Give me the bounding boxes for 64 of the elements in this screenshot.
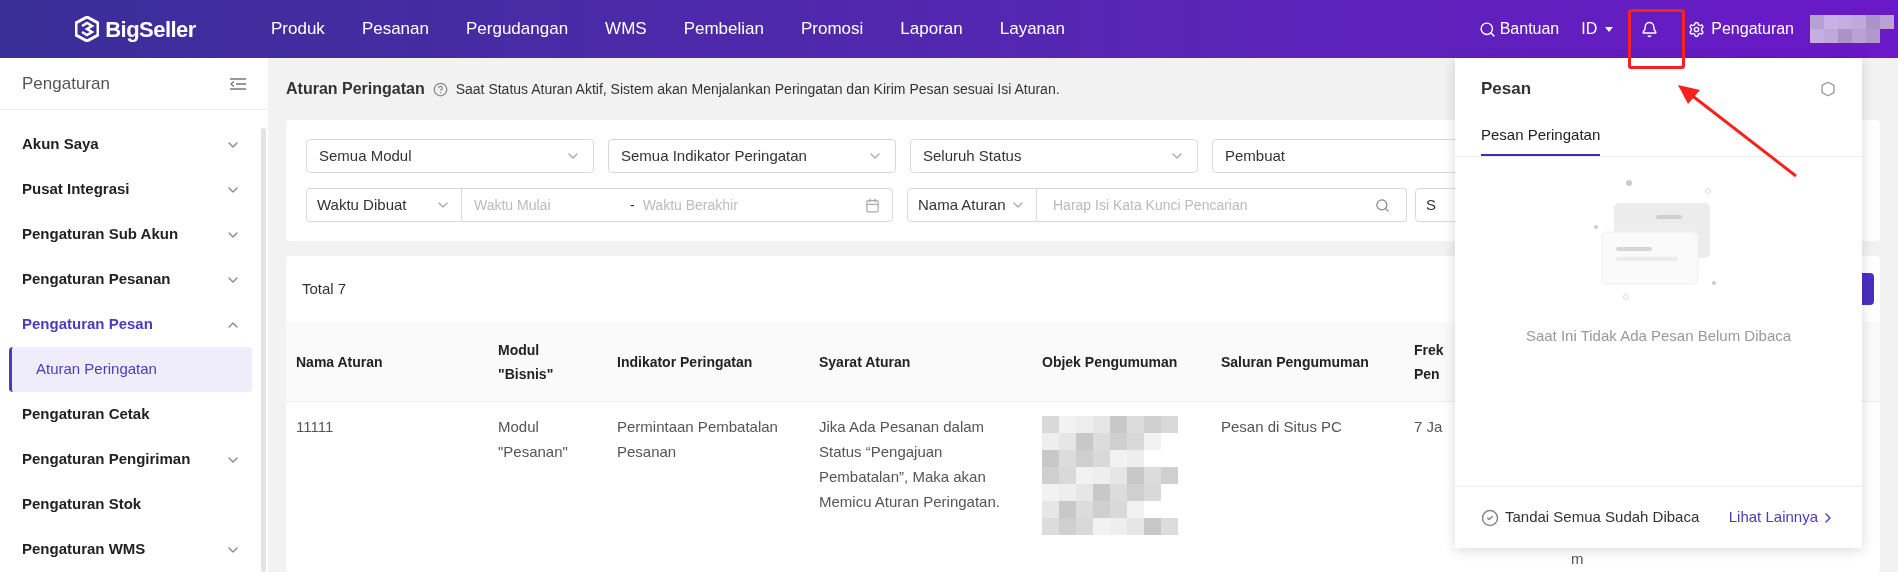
scrollbar[interactable] <box>261 128 266 572</box>
help-button[interactable]: Bantuan <box>1478 17 1560 41</box>
date-range-field[interactable]: Waktu Mulai - Waktu Berakhir <box>462 188 893 222</box>
language-select[interactable]: ID <box>1581 17 1614 41</box>
column-header: Saluran Pengumuman <box>1221 352 1369 372</box>
settings-icon <box>1688 20 1706 38</box>
nav-link[interactable]: Layanan <box>999 16 1065 42</box>
sidebar-item[interactable]: Pengaturan Sub Akun <box>0 212 261 257</box>
table-cell-text: 7 Ja <box>1414 417 1443 437</box>
sidebar-item[interactable]: Pengaturan Pengiriman <box>0 437 261 482</box>
nav-link[interactable]: Pesanan <box>361 16 429 42</box>
nav-link[interactable]: Promosi <box>800 16 864 42</box>
nav-link[interactable]: Pergudangan <box>466 16 569 42</box>
table-cell-text: m <box>1571 549 1584 569</box>
table-cell: 11111 <box>296 418 334 435</box>
table-cell-text: Jika Ada Pesanan dalam Status “Pengajuan Pembatalan”, Maka akan Memicu Aturan Peringatan. <box>819 417 1001 512</box>
sidebar-item[interactable]: Pengaturan WMS <box>0 527 261 572</box>
logo-text: BigSeller <box>105 15 196 44</box>
table-cell-text: Permintaan Pembatalan Pesanan <box>617 417 779 462</box>
sidebar-item[interactable]: Akun Saya <box>0 122 261 167</box>
logo-icon <box>75 16 100 42</box>
search-type-select[interactable]: Nama Aturan <box>907 188 1037 222</box>
caret-icon <box>1605 26 1614 32</box>
sidebar-item[interactable]: Pusat Integrasi <box>0 167 261 212</box>
panel-title: Pesan <box>1481 78 1532 100</box>
help-icon[interactable] <box>432 81 448 97</box>
select-field[interactable]: Semua Modul <box>306 139 594 173</box>
settings-icon[interactable] <box>1820 80 1836 97</box>
collapse-menu-icon[interactable] <box>230 77 246 90</box>
settings-button[interactable]: Pengaturan <box>1688 17 1794 41</box>
nav-link[interactable]: Pembelian <box>683 16 764 42</box>
view-more-link[interactable]: Lihat Lainnya <box>1728 506 1836 529</box>
select-field[interactable]: Semua Indikator Peringatan <box>608 139 896 173</box>
column-header: Modul "Bisnis" <box>498 340 555 384</box>
sidebar-item[interactable]: Pengaturan Cetak <box>0 392 261 437</box>
column-header: Nama Aturan <box>296 352 383 372</box>
column-header: Objek Pengumuman <box>1042 352 1178 372</box>
page-hint: Saat Status Aturan Aktif, Sistem akan Menjalankan Peringatan dan Kirim Pesan sesuai Isi Aturan. <box>455 79 1060 99</box>
nav-link[interactable]: Laporan <box>900 16 963 42</box>
notification-icon[interactable] <box>1641 20 1659 38</box>
sidebar-item[interactable]: Pengaturan Stok <box>0 482 261 527</box>
sidebar-item[interactable]: Pengaturan Pesan <box>0 302 261 347</box>
sidebar-subitem[interactable]: Aturan Peringatan <box>9 347 252 392</box>
nav-link[interactable]: Produk <box>271 16 325 42</box>
calendar-icon <box>865 197 880 213</box>
page-title: Aturan Peringatan <box>286 79 425 99</box>
table-cell-text: Modul "Pesanan" <box>498 417 569 462</box>
sidebar-title: Pengaturan <box>22 72 110 95</box>
total-count: Total 7 <box>302 278 347 299</box>
search-icon <box>1375 197 1390 213</box>
search-icon <box>1478 20 1496 38</box>
annotation-box <box>1628 9 1685 69</box>
mark-all-read-button[interactable]: Tandai Semua Sudah Dibaca <box>1481 506 1700 529</box>
column-header: Frek Pen <box>1414 340 1445 384</box>
select-field[interactable]: Seluruh Status <box>910 139 1198 173</box>
check-circle-icon <box>1481 508 1499 527</box>
nav-link[interactable]: WMS <box>605 16 647 42</box>
sidebar-item[interactable]: Pengaturan Pesanan <box>0 257 261 302</box>
column-header: Indikator Peringatan <box>617 352 753 372</box>
date-type-select[interactable]: Waktu Dibuat <box>306 188 462 222</box>
empty-message: Saat Ini Tidak Ada Pesan Belum Dibaca <box>1525 326 1792 346</box>
panel-tab[interactable]: Pesan Peringatan <box>1481 123 1601 156</box>
column-header: Syarat Aturan <box>819 352 911 372</box>
table-cell: Pesan di Situs PC <box>1221 418 1342 435</box>
